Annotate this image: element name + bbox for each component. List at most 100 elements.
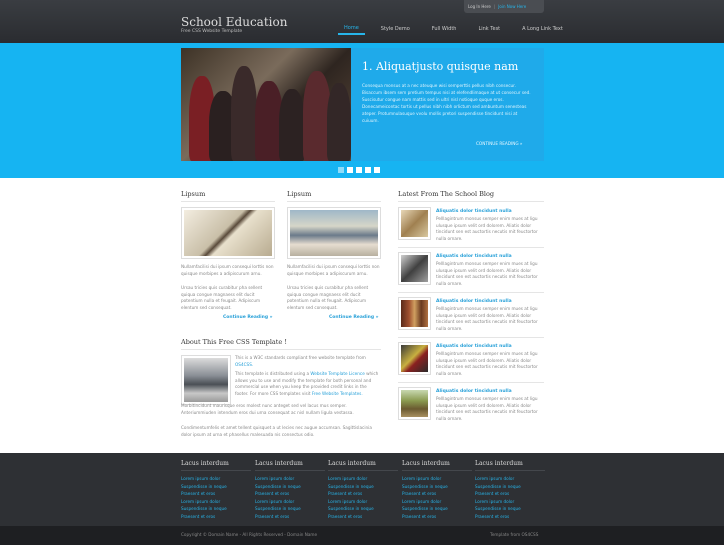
blog-thumb-image bbox=[401, 390, 428, 417]
copyright-text: Copyright © Domain Name - All Rights Res… bbox=[181, 532, 318, 537]
nav-full-width[interactable]: Full Width bbox=[426, 23, 463, 35]
divider bbox=[398, 337, 544, 338]
slide-title: 1. Aliquatjusto quisque nam bbox=[362, 60, 519, 73]
licence-link[interactable]: Website Template Licence bbox=[310, 371, 364, 376]
blog-item-title[interactable]: Aliquatis dolor tincidunt nulla bbox=[436, 254, 512, 259]
footer-link[interactable]: Lorem ipsum dolor bbox=[475, 498, 545, 506]
footer-link[interactable]: Praesent et eros bbox=[402, 490, 472, 498]
blog-item-title[interactable]: Aliquatis dolor tincidunt nulla bbox=[436, 209, 512, 214]
footer-link[interactable]: Praesent et eros bbox=[255, 490, 325, 498]
header bbox=[0, 0, 724, 43]
slide-image[interactable] bbox=[181, 48, 351, 161]
lipsum2-text: Nullamfacilisi dui ipsum consequi lortti… bbox=[287, 264, 380, 276]
blog-thumb-image bbox=[401, 210, 428, 237]
footer-link[interactable]: Lorem ipsum dolor bbox=[402, 498, 472, 506]
nav-link-test[interactable]: Link Test bbox=[472, 23, 506, 35]
footer-link[interactable]: Suspendisse in neque bbox=[328, 483, 398, 491]
blog-thumbnail[interactable] bbox=[398, 342, 431, 375]
blog-item-title[interactable]: Aliquatis dolor tincidunt nulla bbox=[436, 299, 512, 304]
template-credit[interactable]: Template from OS4CSS bbox=[490, 532, 538, 537]
footer-link[interactable]: Lorem ipsum dolor bbox=[328, 498, 398, 506]
blog-item-title[interactable]: Aliquatis dolor tincidunt nulla bbox=[436, 344, 512, 349]
blog-thumbnail[interactable] bbox=[398, 387, 431, 420]
slider-dot[interactable] bbox=[365, 167, 371, 173]
blog-item: Aliquatis dolor tincidunt nulla Pelllagi… bbox=[398, 207, 544, 252]
footer-link[interactable]: Suspendisse in neque bbox=[475, 483, 545, 491]
blog-thumb-image bbox=[401, 300, 428, 327]
blog-item-title[interactable]: Aliquatis dolor tincidunt nulla bbox=[436, 389, 512, 394]
slider-dot[interactable] bbox=[338, 167, 344, 173]
figure-shape bbox=[231, 66, 257, 161]
footer-link[interactable]: Lorem ipsum dolor bbox=[328, 475, 398, 483]
slider-dot[interactable] bbox=[356, 167, 362, 173]
footer-link[interactable]: Lorem ipsum dolor bbox=[402, 475, 472, 483]
divider bbox=[398, 382, 544, 383]
lipsum1-text: Nullamfacilisi dui ipsum consequi lortti… bbox=[181, 264, 274, 276]
blog-thumbnail[interactable] bbox=[398, 252, 431, 285]
footer-link[interactable]: Praesent et eros bbox=[475, 490, 545, 498]
footer-link[interactable]: Praesent et eros bbox=[328, 490, 398, 498]
footer-link[interactable]: Lorem ipsum dolor bbox=[181, 475, 251, 483]
blog-item-text: Pelllagintrum monsus semper enim mues at… bbox=[436, 351, 538, 376]
site-title[interactable]: School Education bbox=[181, 15, 287, 29]
blog-item: Aliquatis dolor tincidunt nulla Pelllagi… bbox=[398, 297, 544, 342]
lipsum2-heading: Lipsum bbox=[287, 190, 312, 198]
blog-thumbnail[interactable] bbox=[398, 207, 431, 240]
nav-long-link[interactable]: A Long Link Text bbox=[516, 23, 569, 35]
footer-link[interactable]: Praesent et eros bbox=[402, 513, 472, 521]
footer-link[interactable]: Suspendisse in neque bbox=[328, 505, 398, 513]
blog-heading: Latest From The School Blog bbox=[398, 190, 495, 198]
blog-item: Aliquatis dolor tincidunt nulla Pelllagi… bbox=[398, 252, 544, 297]
free-templates-link[interactable]: Free Website Templates. bbox=[312, 391, 363, 396]
top-bar: Log In Here | Join Now Here bbox=[464, 0, 544, 13]
footer-link[interactable]: Suspendisse in neque bbox=[181, 505, 251, 513]
blog-item: Aliquatis dolor tincidunt nulla Pelllagi… bbox=[398, 387, 544, 432]
computer-lab-photo bbox=[184, 358, 228, 402]
about-text: Morbitincidunt maurisque eros molest nun… bbox=[181, 403, 354, 415]
slider-dot[interactable] bbox=[374, 167, 380, 173]
about-license: This template is distributed using a Web… bbox=[235, 371, 381, 397]
divider bbox=[181, 201, 275, 202]
footer-link[interactable]: Suspendisse in neque bbox=[402, 483, 472, 491]
about-image[interactable] bbox=[181, 355, 231, 405]
footer-link[interactable]: Praesent et eros bbox=[475, 513, 545, 521]
lipsum2-continue-link[interactable]: Continue Reading » bbox=[329, 315, 379, 320]
nav-home[interactable]: Home bbox=[338, 23, 365, 35]
lipsum1-heading: Lipsum bbox=[181, 190, 206, 198]
slider-dot[interactable] bbox=[347, 167, 353, 173]
slide-continue-link[interactable]: CONTINUE READING » bbox=[476, 141, 522, 146]
main-nav: Home Style Demo Full Width Link Test A L… bbox=[338, 23, 579, 35]
footer-link[interactable]: Suspendisse in neque bbox=[475, 505, 545, 513]
lipsum2-image[interactable] bbox=[287, 207, 381, 259]
figure-shape bbox=[327, 83, 351, 161]
join-link[interactable]: Join Now Here bbox=[498, 4, 526, 9]
lipsum1-continue-link[interactable]: Continue Reading » bbox=[223, 315, 273, 320]
blog-thumbnail[interactable] bbox=[398, 297, 431, 330]
figure-shape bbox=[279, 89, 305, 161]
footer-link[interactable]: Lorem ipsum dolor bbox=[181, 498, 251, 506]
footer-column-heading: Lacus interdum bbox=[475, 460, 545, 471]
divider bbox=[398, 201, 544, 202]
blog-thumb-image bbox=[401, 345, 428, 372]
footer-link[interactable]: Praesent et eros bbox=[255, 513, 325, 521]
footer-link[interactable]: Lorem ipsum dolor bbox=[255, 475, 325, 483]
footer-link[interactable]: Praesent et eros bbox=[181, 490, 251, 498]
os4css-link[interactable]: OS4CSS. bbox=[235, 362, 253, 367]
footer-link[interactable]: Suspendisse in neque bbox=[255, 483, 325, 491]
footer-link[interactable]: Suspendisse in neque bbox=[255, 505, 325, 513]
divider bbox=[287, 201, 381, 202]
about-heading: About This Free CSS Template ! bbox=[181, 338, 287, 346]
footer-link[interactable]: Lorem ipsum dolor bbox=[255, 498, 325, 506]
footer-link[interactable]: Praesent et eros bbox=[328, 513, 398, 521]
lipsum1-image[interactable] bbox=[181, 207, 275, 259]
footer-column-heading: Lacus interdum bbox=[181, 460, 251, 471]
login-link[interactable]: Log In Here bbox=[468, 4, 491, 9]
nav-style-demo[interactable]: Style Demo bbox=[375, 23, 416, 35]
footer-link[interactable]: Praesent et eros bbox=[181, 513, 251, 521]
footer-column: Lacus interdum Lorem ipsum dolor Suspend… bbox=[328, 460, 398, 520]
footer-link[interactable]: Suspendisse in neque bbox=[181, 483, 251, 491]
copyright-bar bbox=[0, 526, 724, 545]
footer-link[interactable]: Suspendisse in neque bbox=[402, 505, 472, 513]
blog-thumb-image bbox=[401, 255, 428, 282]
footer-link[interactable]: Lorem ipsum dolor bbox=[475, 475, 545, 483]
